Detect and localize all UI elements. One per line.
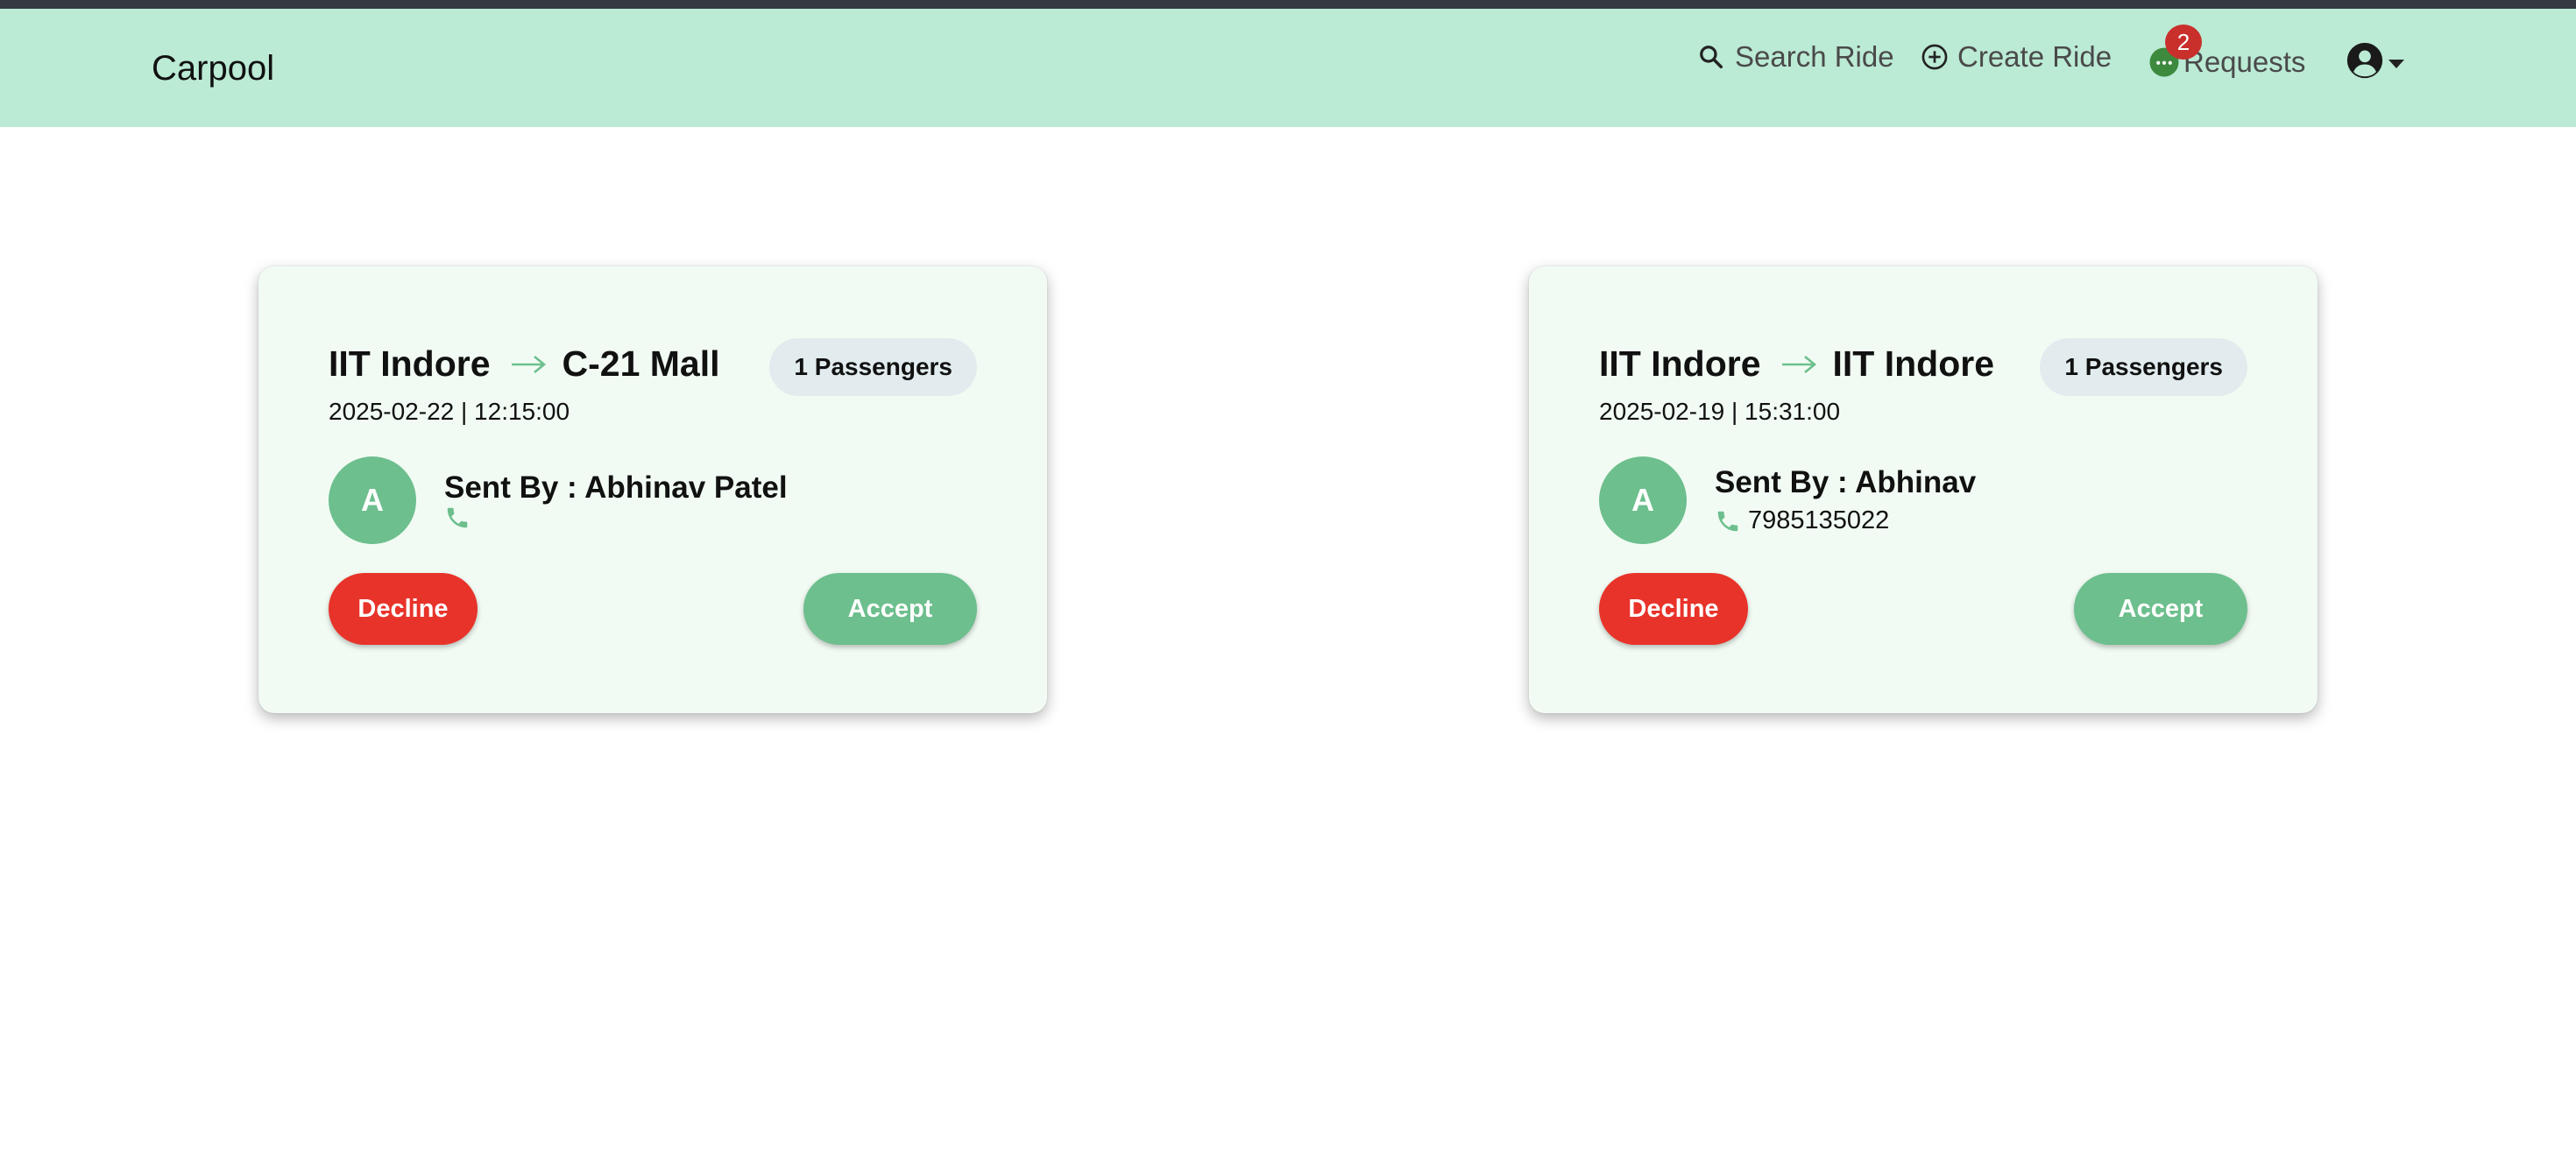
arrow-right-icon — [1781, 355, 1816, 373]
requests-count-badge: 2 — [2165, 25, 2202, 60]
user-menu-dropdown[interactable] — [2346, 42, 2404, 79]
nav-create-ride[interactable]: Create Ride — [1921, 40, 2112, 74]
nav-search-ride[interactable]: Search Ride — [1698, 40, 1894, 74]
sender-phone: 7985135022 — [1715, 506, 1889, 535]
route-heading: IIT Indore IIT Indore — [1599, 343, 1994, 385]
sender-phone — [444, 505, 478, 531]
nav-search-ride-label: Search Ride — [1735, 40, 1894, 73]
decline-button[interactable]: Decline — [329, 573, 478, 645]
phone-number: 7985135022 — [1748, 506, 1890, 534]
passengers-badge: 1 Passengers — [2040, 338, 2247, 396]
route-heading: IIT Indore C-21 Mall — [329, 343, 720, 385]
sender-name: Sent By : Abhinav — [1715, 465, 1977, 499]
route-from: IIT Indore — [1599, 343, 1761, 384]
arrow-right-icon — [511, 355, 546, 373]
passengers-badge: 1 Passengers — [769, 338, 977, 396]
ride-datetime: 2025-02-22 | 12:15:00 — [329, 398, 570, 425]
phone-icon — [447, 507, 468, 528]
requests-icon-wrap: 2 — [2148, 25, 2202, 78]
nav-requests[interactable]: 2 Requests — [2148, 25, 2306, 79]
search-icon — [1700, 46, 1723, 68]
avatar: A — [329, 456, 416, 544]
request-card: IIT Indore IIT Indore 1 Passengers 2025-… — [1529, 266, 2318, 713]
route-to: C-21 Mall — [562, 343, 720, 384]
nav-create-ride-label: Create Ride — [1957, 40, 2112, 73]
plus-circle-icon — [1921, 44, 1948, 70]
route-to: IIT Indore — [1832, 343, 1995, 384]
request-card: IIT Indore C-21 Mall 1 Passengers 2025-0… — [258, 266, 1047, 713]
chevron-down-icon — [2388, 60, 2404, 68]
sender-name: Sent By : Abhinav Patel — [444, 470, 788, 505]
nav-requests-label: Requests — [2183, 46, 2306, 78]
decline-button[interactable]: Decline — [1599, 573, 1748, 645]
window-top-strip — [0, 0, 2576, 9]
accept-button[interactable]: Accept — [803, 573, 977, 645]
accept-button[interactable]: Accept — [2074, 573, 2247, 645]
phone-icon — [1717, 511, 1738, 531]
user-circle-icon — [2346, 42, 2383, 79]
navbar: Carpool Search Ride Create Ride 2 Reques… — [0, 9, 2576, 127]
brand-logo[interactable]: Carpool — [152, 49, 274, 88]
ride-datetime: 2025-02-19 | 15:31:00 — [1599, 398, 1841, 425]
route-from: IIT Indore — [329, 343, 491, 384]
avatar: A — [1599, 456, 1687, 544]
